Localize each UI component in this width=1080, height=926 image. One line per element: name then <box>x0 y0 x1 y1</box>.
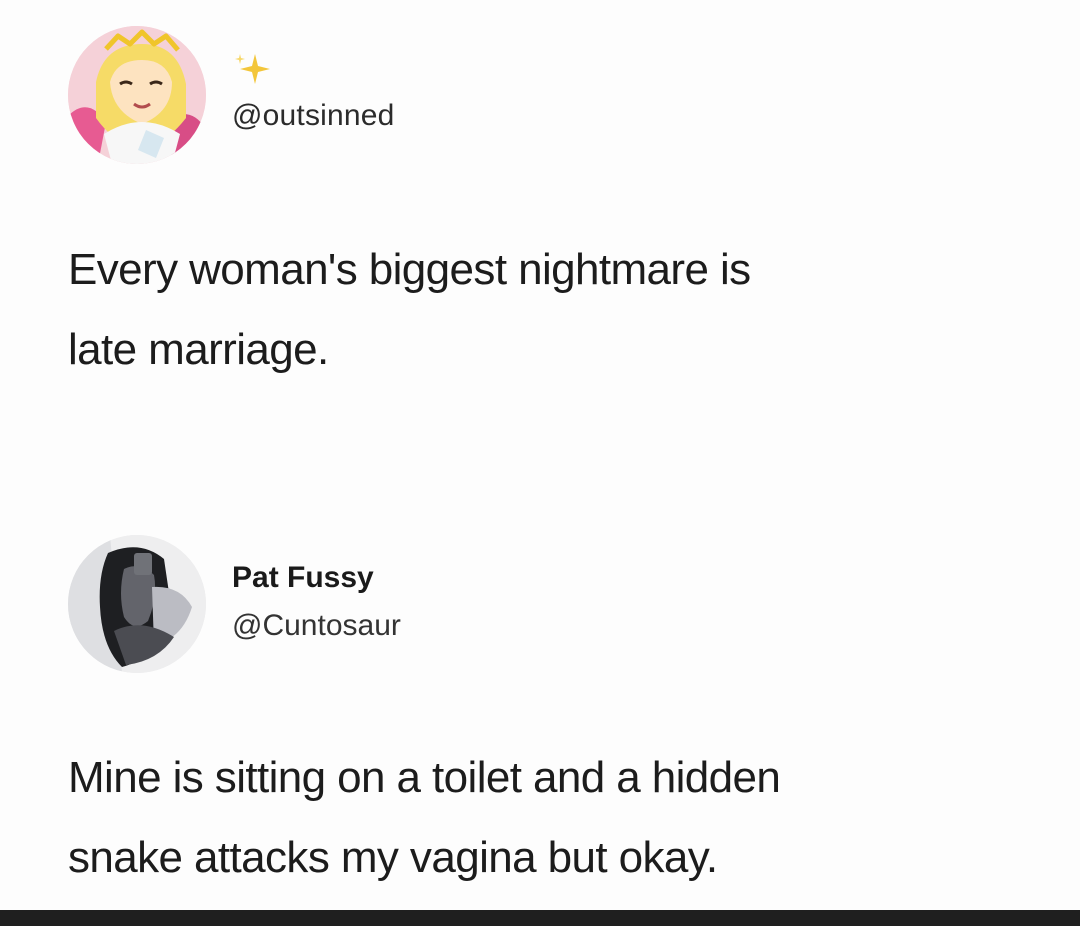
cartoon-princess-avatar-icon <box>68 26 206 164</box>
cuntosaur-avatar[interactable] <box>68 535 206 673</box>
dark-photo-avatar-icon <box>68 535 206 673</box>
tweet-line: Every woman's biggest nightmare is <box>68 245 751 294</box>
bottom-dark-bar <box>0 910 1080 926</box>
tweet-line: snake attacks my vagina but okay. <box>68 833 718 882</box>
tweet-line: late marriage. <box>68 325 329 374</box>
outsinned-handle[interactable]: @outsinned <box>232 96 395 136</box>
cuntosaur-handle[interactable]: @Cuntosaur <box>232 606 401 646</box>
cuntosaur-tweet-text: Mine is sitting on a toilet and a hidden… <box>68 738 781 898</box>
outsinned-avatar[interactable] <box>68 26 206 164</box>
outsinned-tweet-text: Every woman's biggest nightmare is late … <box>68 230 751 390</box>
tweet-line: Mine is sitting on a toilet and a hidden <box>68 753 781 802</box>
tweet-screenshot: @outsinned Every woman's biggest nightma… <box>0 0 1080 910</box>
sparkle-icon <box>235 54 270 84</box>
pat-fussy-display-name[interactable]: Pat Fussy <box>232 558 374 598</box>
